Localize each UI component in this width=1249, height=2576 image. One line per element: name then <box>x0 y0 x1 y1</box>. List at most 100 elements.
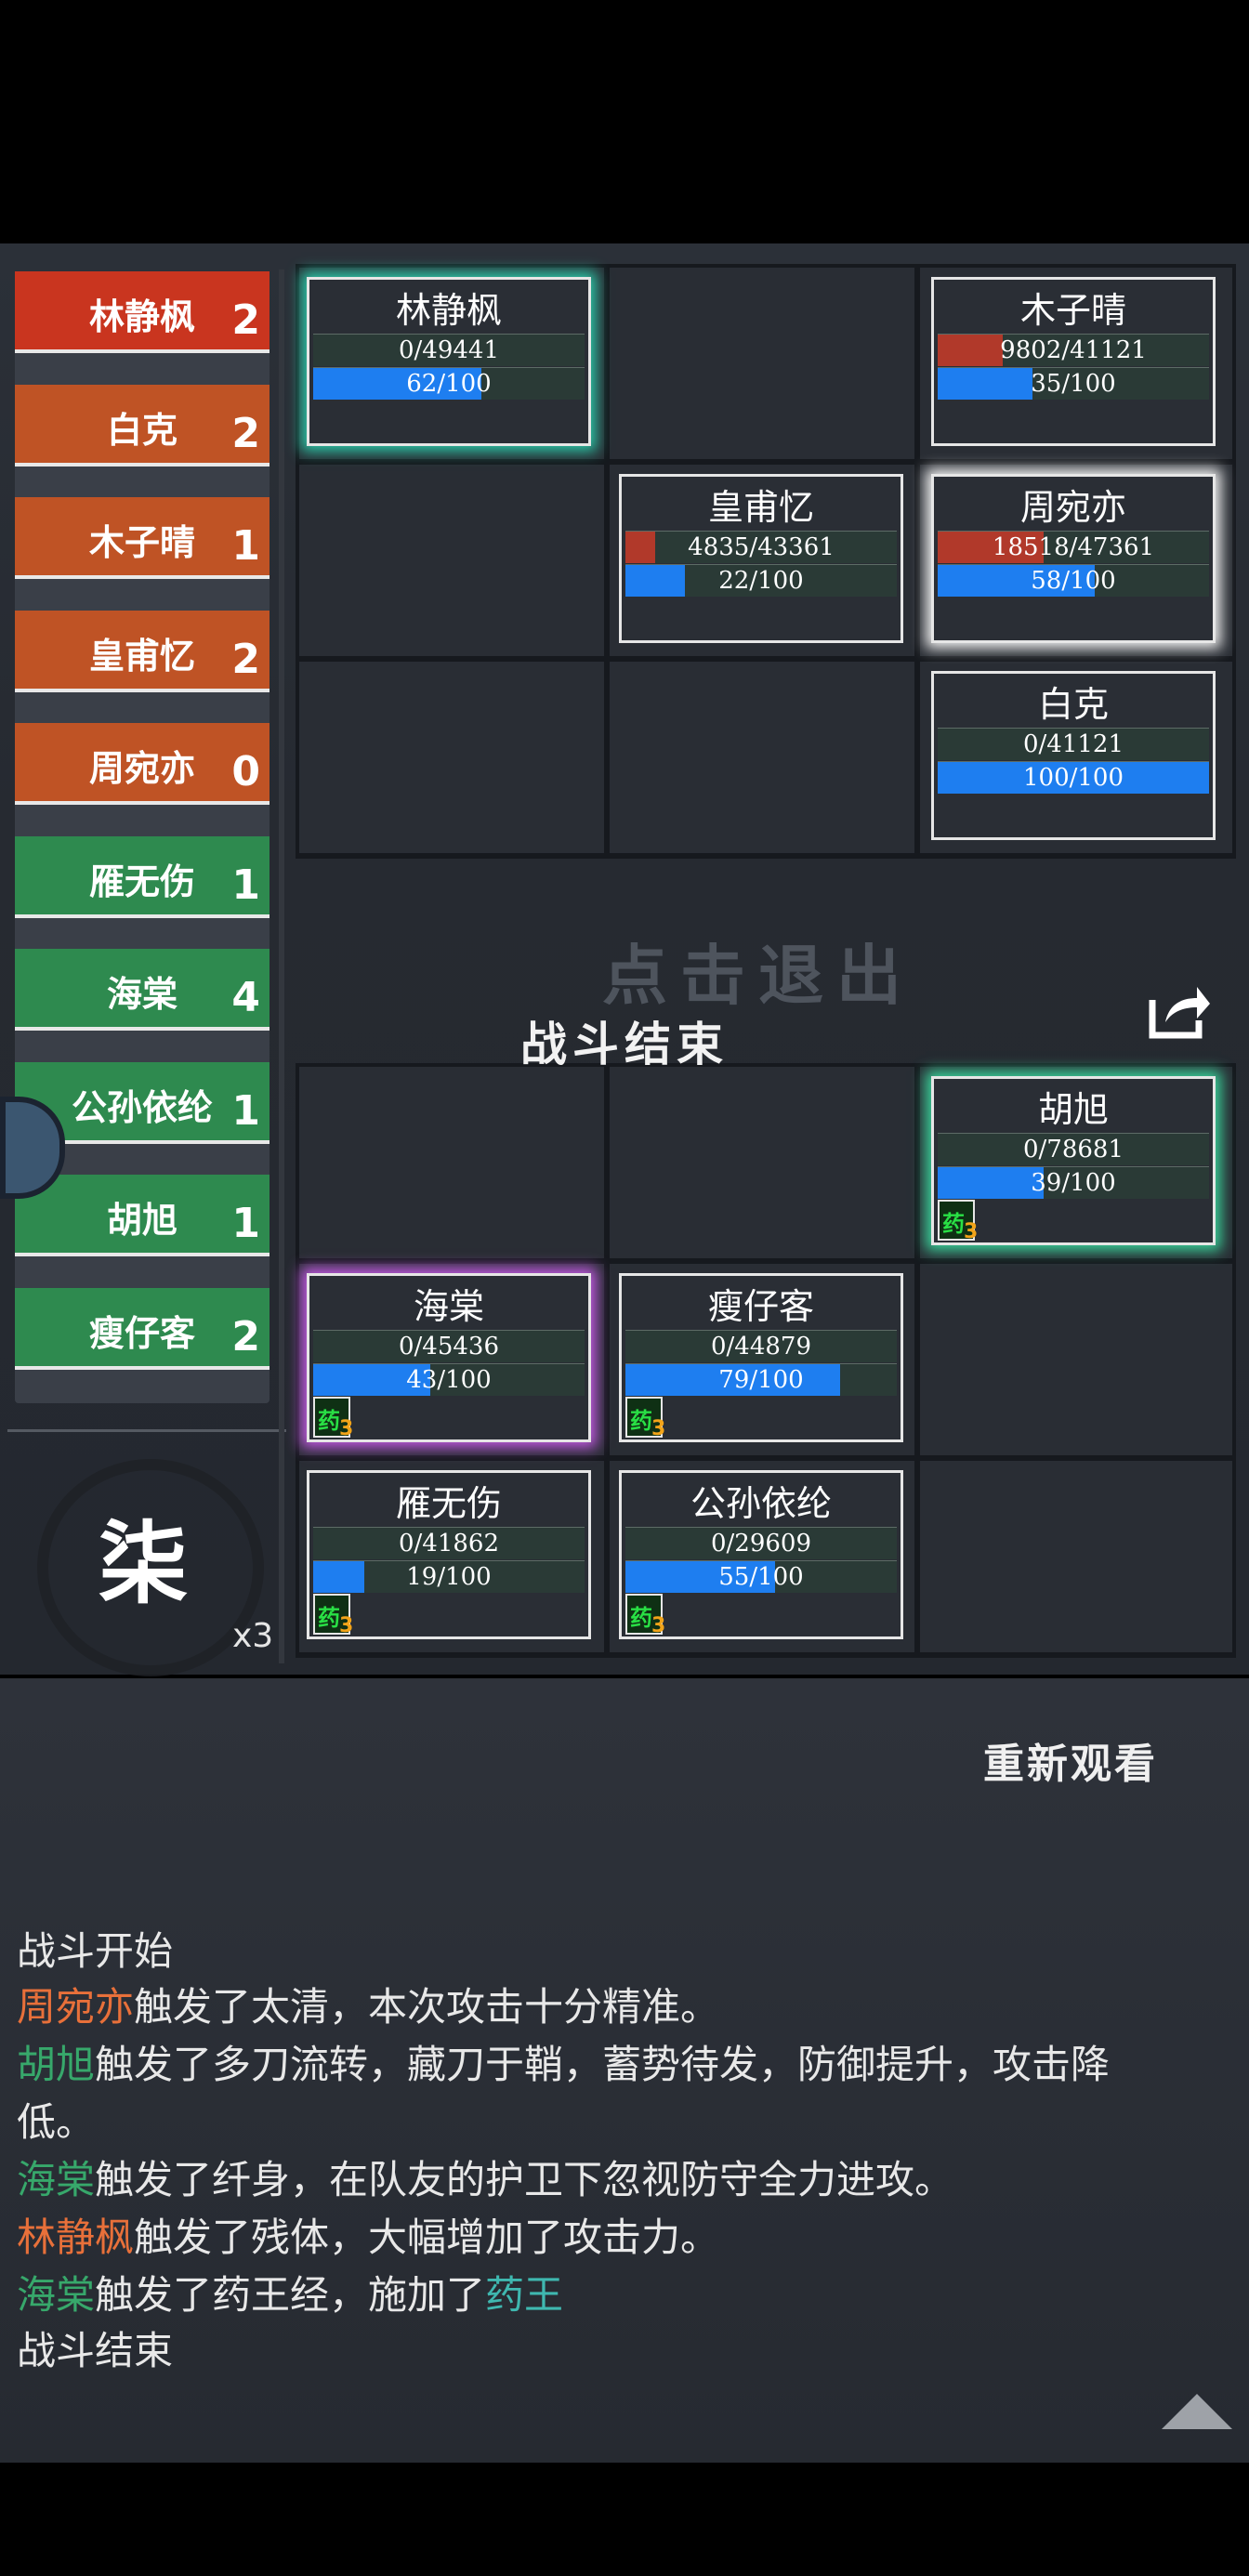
roster-count: 1 <box>231 861 260 909</box>
log-character-name: 周宛亦 <box>17 1984 135 2030</box>
unit-name: 胡旭 <box>1037 1089 1109 1130</box>
roster-item[interactable]: 白克 2 <box>15 384 270 467</box>
roster-item[interactable]: 林静枫 2 <box>15 271 270 353</box>
roster-count: 1 <box>231 522 260 570</box>
log-character-name: 胡旭 <box>17 2042 96 2087</box>
grid-cell <box>610 662 914 853</box>
enemy-unit-card[interactable]: 木子晴 9802/41121 35/100 <box>931 277 1216 446</box>
mp-bar-text: 100/100 <box>1022 764 1124 792</box>
ally-unit-card[interactable]: 瘦仔客 0/44879 79/100 药 3 <box>619 1273 903 1442</box>
medicine-label: 药 <box>318 1605 340 1631</box>
mp-bar-text: 79/100 <box>718 1366 804 1394</box>
grid-cell <box>920 1461 1232 1652</box>
medicine-icon: 药3 <box>313 1594 354 1637</box>
log-line: 低。 <box>17 2095 95 2150</box>
click-exit-text[interactable]: 点击退出 <box>602 924 914 1018</box>
hp-bar-text: 0/44879 <box>710 1333 811 1360</box>
mp-bar-text: 35/100 <box>1031 370 1116 398</box>
enemy-unit-card[interactable]: 皇甫忆 4835/43361 22/100 <box>619 474 903 643</box>
medicine-icon: 药3 <box>313 1397 354 1440</box>
hp-bar-text: 9802/41121 <box>1000 336 1147 364</box>
log-line: 海棠触发了药王经，施加了药王 <box>17 2267 563 2323</box>
roster-item[interactable]: 雁无伤 1 <box>15 835 270 918</box>
mp-bar-text: 39/100 <box>1031 1169 1116 1197</box>
ally-unit-card[interactable]: 胡旭 0/78681 39/100 药 3 <box>931 1076 1216 1245</box>
medicine-count: 3 <box>651 1614 666 1637</box>
hp-bar: 0/41862 <box>313 1527 585 1559</box>
mp-bar: 55/100 <box>625 1560 897 1593</box>
enemy-unit-card[interactable]: 周宛亦 18518/47361 58/100 <box>931 474 1216 643</box>
roster-count: 2 <box>231 409 260 457</box>
log-line: 林静枫触发了残体，大幅增加了攻击力。 <box>17 2210 719 2266</box>
hp-bar-text: 0/49441 <box>398 336 499 364</box>
grid-cell <box>299 662 604 853</box>
medicine-label: 药 <box>318 1408 340 1434</box>
log-character-name: 林静枫 <box>17 2215 135 2260</box>
log-line: 战斗结束 <box>17 2323 173 2379</box>
enemy-unit-card[interactable]: 白克 0/41121 100/100 <box>931 671 1216 840</box>
mp-bar: 43/100 <box>313 1363 585 1396</box>
log-text: 触发了药王经，施加了 <box>95 2272 486 2318</box>
mp-bar: 62/100 <box>313 367 585 400</box>
log-text: 触发了太清，本次攻击十分精准。 <box>134 1984 720 2030</box>
roster-count: 1 <box>231 1200 260 1247</box>
hp-bar: 0/29609 <box>625 1527 897 1559</box>
enemy-unit-card[interactable]: 林静枫 0/49441 62/100 <box>307 277 591 446</box>
hp-bar: 0/44879 <box>625 1330 897 1362</box>
hp-bar: 0/78681 <box>938 1133 1209 1165</box>
mp-bar-text: 62/100 <box>406 370 492 398</box>
hp-bar: 0/49441 <box>313 334 585 366</box>
roster-item[interactable]: 海棠 4 <box>15 949 270 1031</box>
unit-name: 白克 <box>1037 684 1109 725</box>
unit-name: 公孙依纶 <box>690 1483 832 1524</box>
mp-bar-text: 43/100 <box>406 1366 492 1394</box>
speed-multiplier[interactable]: x3 <box>232 1617 273 1655</box>
ally-unit-card[interactable]: 海棠 0/45436 43/100 药 3 <box>307 1273 591 1442</box>
roster-divider <box>7 1429 286 1432</box>
mp-bar: 100/100 <box>938 761 1209 794</box>
roster-item[interactable]: 皇甫忆 2 <box>15 610 270 692</box>
unit-name: 木子晴 <box>1019 290 1126 331</box>
mp-bar: 35/100 <box>938 367 1209 400</box>
unit-name: 皇甫忆 <box>707 487 814 528</box>
roster-count: 1 <box>231 1086 260 1135</box>
mp-bar-text: 58/100 <box>1031 567 1116 595</box>
hp-bar-text: 18518/47361 <box>992 533 1155 561</box>
log-effect-name: 药王 <box>485 2272 564 2318</box>
medicine-icon: 药3 <box>625 1397 665 1440</box>
log-line: 周宛亦触发了太清，本次攻击十分精准。 <box>17 1979 719 2035</box>
round-char: 柒 <box>99 1511 188 1616</box>
hp-bar: 4835/43361 <box>625 531 897 563</box>
grid-cell <box>610 268 914 459</box>
hp-bar-text: 4835/43361 <box>688 533 835 561</box>
roster-item[interactable]: 胡旭 1 <box>15 1175 270 1256</box>
battle-end-text: 战斗结束 <box>520 1017 729 1071</box>
mp-bar: 19/100 <box>313 1560 585 1593</box>
roster-item[interactable]: 周宛亦 0 <box>15 723 270 805</box>
replay-button[interactable]: 重新观看 <box>983 1730 1158 1790</box>
log-text: 触发了纤身，在队友的护卫下忽视防守全力进攻。 <box>95 2157 954 2202</box>
medicine-count: 3 <box>339 1417 354 1440</box>
medicine-label: 药 <box>630 1605 652 1631</box>
roster-count: 2 <box>231 635 260 683</box>
ally-unit-card[interactable]: 公孙依纶 0/29609 55/100 药 3 <box>619 1470 903 1639</box>
log-character-name: 海棠 <box>17 2157 96 2202</box>
top-black-bar <box>0 0 1249 243</box>
unit-name: 瘦仔客 <box>707 1286 814 1327</box>
mp-bar-text: 19/100 <box>406 1563 492 1591</box>
unit-name: 雁无伤 <box>395 1483 502 1524</box>
scroll-up-icon[interactable] <box>1162 2394 1232 2429</box>
roster-item[interactable]: 木子晴 1 <box>15 497 270 579</box>
hp-bar-text: 0/29609 <box>710 1530 811 1557</box>
hp-bar: 0/45436 <box>313 1330 585 1362</box>
ally-unit-card[interactable]: 雁无伤 0/41862 19/100 药 3 <box>307 1470 591 1639</box>
mp-bar: 79/100 <box>625 1363 897 1396</box>
hp-bar: 9802/41121 <box>938 334 1209 366</box>
medicine-count: 3 <box>339 1614 354 1637</box>
unit-name: 周宛亦 <box>1019 487 1126 528</box>
roster-item[interactable]: 瘦仔客 2 <box>15 1287 270 1370</box>
log-line: 战斗开始 <box>17 1924 173 1979</box>
hp-bar-text: 0/45436 <box>398 1333 499 1360</box>
grid-cell <box>299 465 604 656</box>
share-icon[interactable] <box>1145 979 1212 1041</box>
